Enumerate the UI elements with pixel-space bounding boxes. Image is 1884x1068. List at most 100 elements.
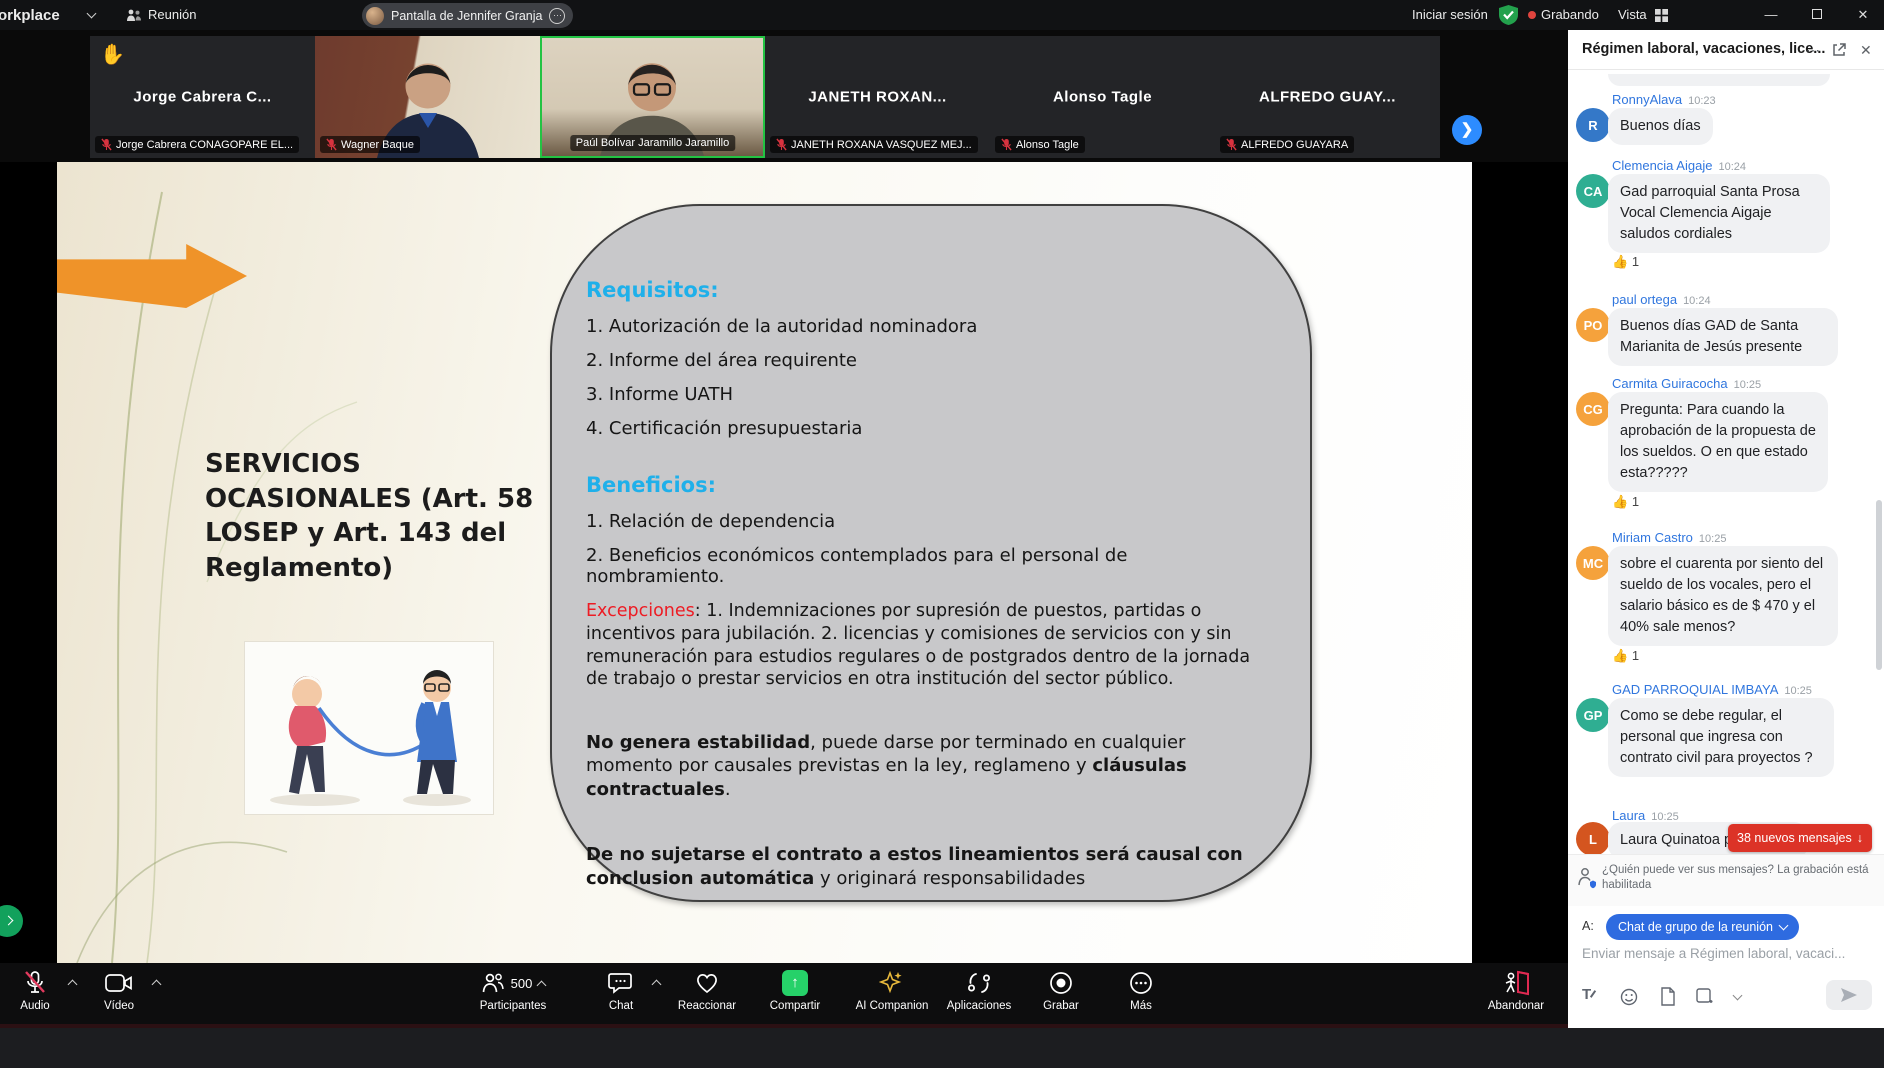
reaction-chip[interactable]: 👍 1 [1612,494,1639,510]
message-author: RonnyAlava10:23 [1612,92,1716,107]
list-item: 2. Informe del área requirente [586,350,1266,371]
share-button[interactable]: ↑ Compartir [755,969,835,1023]
audio-button[interactable]: Audio [2,969,68,1023]
reaction-chip[interactable]: 👍 1 [1612,254,1639,270]
chat-message-input[interactable] [1582,946,1866,961]
mic-off-icon [326,138,337,151]
participant-name: ALFREDO GUAY... [1215,89,1440,106]
record-button[interactable]: Grabar [1026,969,1096,1023]
camera-icon [105,973,133,993]
message-author: paul ortega10:24 [1612,292,1711,307]
slide-illustration [245,642,493,814]
participant-tile[interactable]: ✋ Jorge Cabrera C... Jorge Cabrera CONAG… [90,36,315,158]
video-button[interactable]: Vídeo [86,969,152,1023]
message-bubble: Como se debe regular, el personal que in… [1608,698,1834,777]
record-icon [1049,971,1073,995]
format-text-icon[interactable]: T [1582,986,1599,1004]
privacy-note: ¿Quién puede ver sus mensajes? La grabac… [1568,854,1884,906]
chat-title: Régimen laboral, vacaciones, lice... [1582,41,1825,57]
chat-scrollbar[interactable] [1876,500,1882,670]
sign-in-button[interactable]: Iniciar sesión [1412,7,1488,22]
side-panel-handle[interactable] [0,905,23,937]
more-options-icon[interactable]: ⋯ [549,8,565,24]
message-bubble-partial [1608,74,1830,86]
message-bubble: Gad parroquial Santa Prosa Vocal Clemenc… [1608,174,1830,253]
avatar: L [1576,822,1610,856]
view-button[interactable]: Vista [1618,7,1647,22]
audio-options-chevron[interactable] [68,980,78,990]
participants-label: Participantes [448,1000,578,1012]
participant-label: ALFREDO GUAYARA [1241,139,1348,151]
avatar: PO [1576,308,1610,342]
shared-screen-slide: SERVICIOS OCASIONALES (Art. 58 LOSEP y A… [57,162,1472,963]
leave-button[interactable]: Abandonar [1472,969,1560,1023]
apps-button[interactable]: Aplicaciones [934,969,1024,1023]
participants-chevron[interactable] [537,980,547,990]
grid-view-icon[interactable] [1655,9,1668,22]
react-button[interactable]: Reaccionar [662,969,752,1023]
screen-share-pill[interactable]: Pantalla de Jennifer Granja ⋯ [362,3,573,28]
next-page-button[interactable]: ❯ [1452,115,1482,145]
pop-out-icon[interactable] [1832,43,1846,57]
thumbs-up-icon: 👍 [1612,494,1628,509]
video-strip: ✋ Jorge Cabrera C... Jorge Cabrera CONAG… [0,30,1568,162]
shield-check-icon [1499,5,1518,25]
chat-header: Régimen laboral, vacaciones, lice... ⋯ ✕ [1568,30,1884,70]
more-input-options-chevron[interactable] [1733,991,1743,1001]
send-plane-icon [1840,987,1858,1003]
participant-tile[interactable]: JANETH ROXAN... JANETH ROXANA VASQUEZ ME… [765,36,990,158]
emoji-icon[interactable] [1620,988,1638,1006]
slide-title: SERVICIOS OCASIONALES (Art. 58 LOSEP y A… [205,447,555,585]
participants-button[interactable]: 500 Participantes [448,969,578,1023]
participant-label: JANETH ROXANA VASQUEZ MEJ... [791,139,972,151]
mic-off-icon [776,138,787,151]
apps-icon [967,971,991,995]
beneficios-heading: Beneficios: [586,473,1266,497]
requisitos-heading: Requisitos: [586,278,1266,302]
tab-meeting[interactable]: Reunión [148,7,196,22]
participant-tile[interactable]: Wagner Baque [315,36,540,158]
screenshot-icon[interactable] [1696,988,1715,1006]
message-author: Miriam Castro10:25 [1612,530,1726,545]
participant-name: JANETH ROXAN... [765,89,990,106]
meeting-toolbar: Audio Vídeo 500 Participantes Chat Reacc… [0,963,1568,1028]
leave-door-icon [1502,970,1530,996]
excepciones-paragraph: Excepciones: 1. Indemnizaciones por supr… [586,600,1266,691]
more-button[interactable]: Más [1106,969,1176,1023]
send-button[interactable] [1826,980,1872,1010]
reaction-chip[interactable]: 👍 1 [1612,648,1639,664]
message-author: Carmita Guiracocha10:25 [1612,376,1761,391]
conclusion-paragraph: De no sujetarse el contrato a estos line… [586,843,1266,890]
chat-button[interactable]: Chat [586,969,656,1023]
maximize-button[interactable] [1798,0,1836,30]
new-messages-button[interactable]: 38 nuevos mensajes↓ [1728,824,1872,852]
sparkle-icon [879,970,905,996]
message-bubble: Pregunta: Para cuando la aprobación de l… [1608,392,1828,492]
ai-companion-button[interactable]: AI Companion [842,969,942,1023]
participant-tile[interactable]: Alonso Tagle Alonso Tagle [990,36,1215,158]
close-button[interactable]: ✕ [1844,0,1882,30]
file-icon[interactable] [1660,987,1676,1006]
chat-more-icon[interactable]: ⋯ [1806,42,1820,59]
estabilidad-paragraph: No genera estabilidad, puede darse por t… [586,731,1266,801]
video-options-chevron[interactable] [152,980,162,990]
message-author: GAD PARROQUIAL IMBAYA10:25 [1612,682,1812,697]
mic-muted-icon [23,970,47,996]
send-to-selector[interactable]: Chat de grupo de la reunión [1606,914,1799,940]
participant-name: Jorge Cabrera C... [90,89,315,106]
share-screen-icon: ↑ [782,970,808,996]
plain-text: . [725,779,731,800]
bold-text: No genera estabilidad [586,732,810,753]
chat-bubble-icon [608,971,634,995]
chat-close-icon[interactable]: ✕ [1860,42,1872,59]
react-label: Reaccionar [662,1000,752,1012]
excepciones-label: Excepciones [586,601,695,621]
avatar: GP [1576,698,1610,732]
active-speaker-tile[interactable]: Paúl Bolívar Jaramillo Jaramillo [540,36,765,158]
title-bar: orkplace Reunión Pantalla de Jennifer Gr… [0,0,1884,30]
windows-taskbar: 2 24°C Nublado Búsqueda T W W W zm 10:53 [0,1028,1884,1068]
chevron-down-icon[interactable] [87,9,97,19]
minimize-button[interactable]: — [1752,0,1790,30]
participant-tile[interactable]: ALFREDO GUAY... ALFREDO GUAYARA [1215,36,1440,158]
list-item: 2. Beneficios económicos contemplados pa… [586,545,1266,587]
